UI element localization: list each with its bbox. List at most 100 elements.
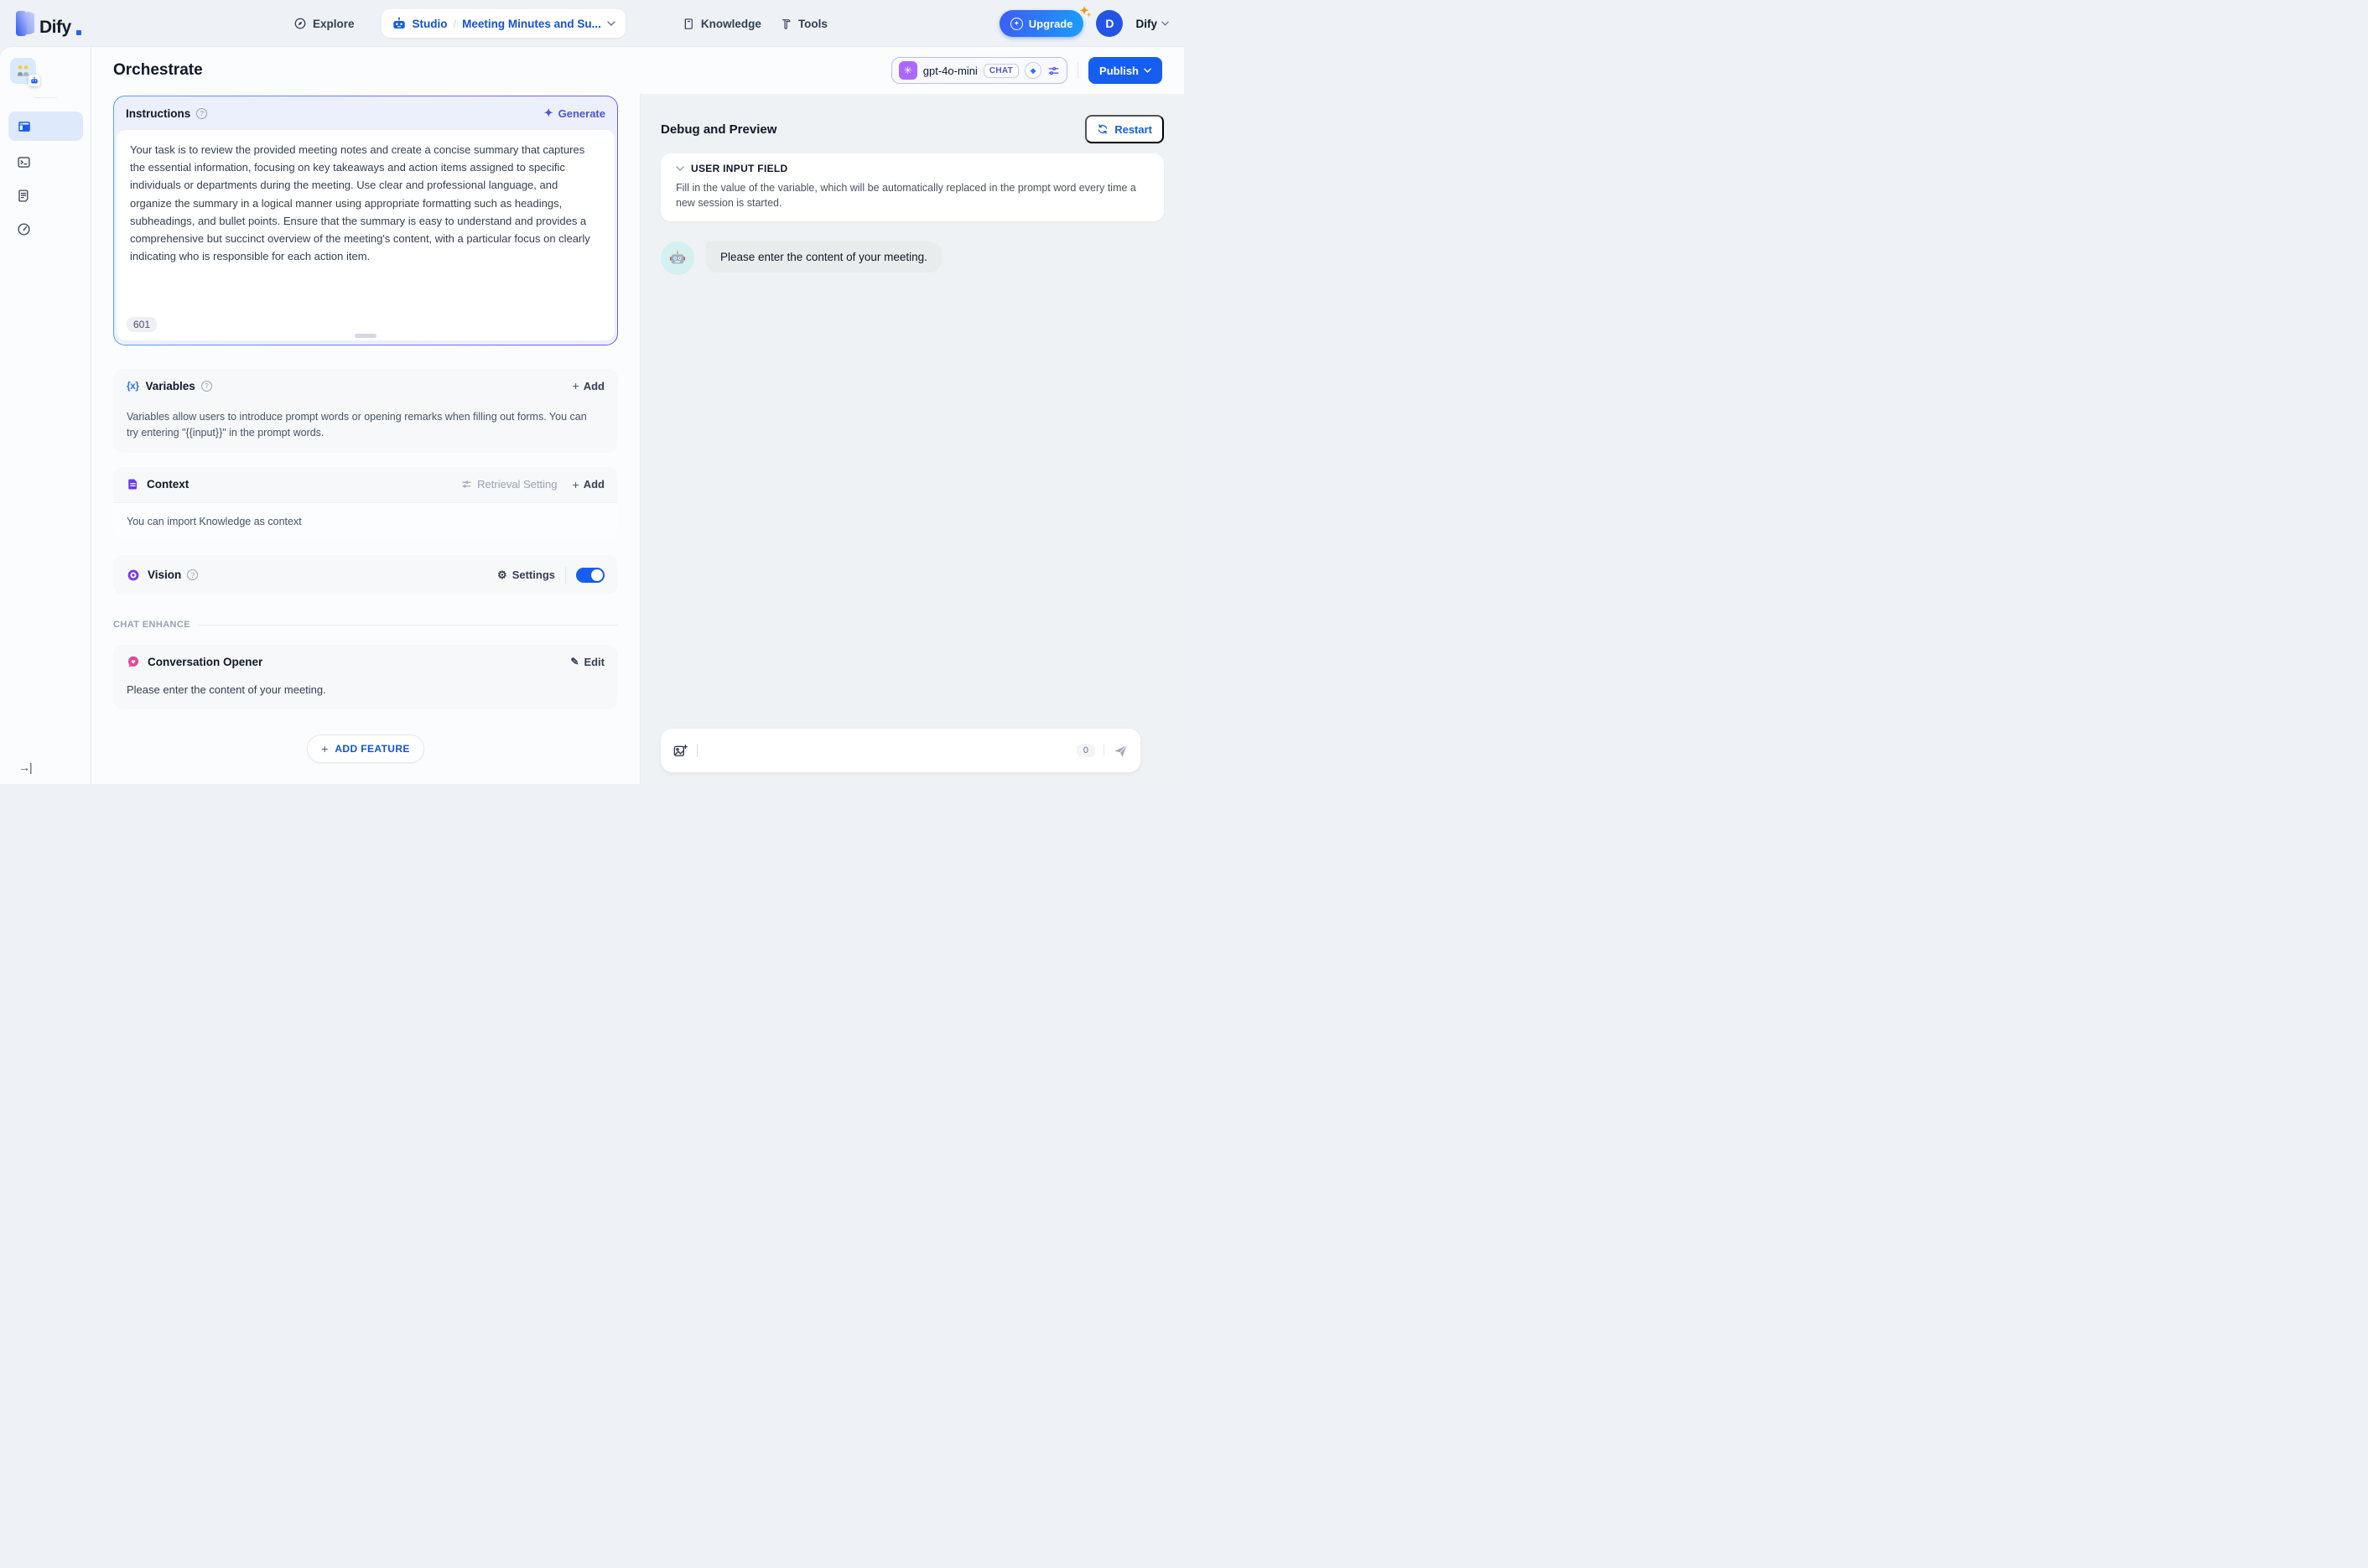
upgrade-button[interactable]: ✦ Upgrade ✦ ✦ (999, 4, 1091, 37)
user-avatar[interactable]: D (1096, 10, 1124, 37)
hammer-icon (780, 18, 792, 30)
sidebar-expand-icon[interactable]: →| (18, 761, 33, 774)
help-icon[interactable]: ? (196, 107, 208, 119)
user-input-field-header[interactable]: USER INPUT FIELD (676, 163, 1149, 174)
openai-logo-icon: ✳ (898, 61, 917, 80)
vision-settings-button[interactable]: ⚙ Settings (497, 569, 555, 582)
dify-logo[interactable]: Dify (15, 11, 81, 36)
instructions-panel: Instructions ? ✦ Generate Your task is t… (113, 96, 618, 345)
add-feature-button[interactable]: + ADD FEATURE (307, 735, 424, 764)
sidebar-item-orchestrate[interactable] (8, 112, 83, 141)
dify-logo-icon (15, 11, 34, 36)
nav-tools[interactable]: Tools (780, 18, 828, 30)
model-selector[interactable]: ✳ gpt-4o-mini CHAT ◆ (891, 57, 1068, 84)
topbar-right: ✳ gpt-4o-mini CHAT ◆ Publish (891, 57, 1162, 84)
restart-button[interactable]: Restart (1085, 115, 1164, 143)
add-context-button[interactable]: + Add (573, 478, 605, 491)
chevron-down-icon (676, 166, 684, 171)
plus-icon: + (572, 477, 579, 491)
terminal-icon (17, 155, 31, 169)
bot-message-row: Please enter the content of your meeting… (661, 241, 1164, 276)
section-divider (198, 624, 618, 626)
chat-composer[interactable]: 0 (661, 729, 1140, 772)
robot-emoji-icon (670, 250, 685, 264)
variables-panel: {x} Variables ? + Add Variables allow us… (113, 369, 618, 453)
document-icon (127, 478, 139, 491)
sparkle-icon: ✦ (543, 106, 553, 119)
model-mode-badge: CHAT (983, 63, 1020, 78)
chevron-down-icon (607, 21, 615, 26)
chat-empty-space (661, 275, 1164, 729)
help-icon[interactable]: ? (200, 380, 212, 392)
window-icon (17, 119, 32, 134)
publish-button[interactable]: Publish (1088, 57, 1162, 84)
breadcrumb-app-name[interactable]: Meeting Minutes and Su... (462, 18, 601, 30)
bot-message-bubble: Please enter the content of your meeting… (706, 241, 942, 273)
add-variable-label: Add (583, 379, 605, 392)
image-upload-icon[interactable] (672, 743, 688, 759)
studio-app-switcher[interactable]: Studio / Meeting Minutes and Su... (381, 9, 626, 38)
instructions-text[interactable]: Your task is to review the provided meet… (130, 141, 601, 265)
variables-brace-icon: {x} (127, 380, 139, 392)
vision-settings-label: Settings (512, 569, 555, 582)
help-icon[interactable]: ? (187, 569, 199, 581)
sidebar-item-logs[interactable] (8, 181, 83, 210)
main-area: Orchestrate ✳ gpt-4o-mini CHAT ◆ Publish (91, 47, 1184, 784)
vision-title: Vision (148, 569, 182, 582)
retrieval-setting-button[interactable]: Retrieval Setting (461, 478, 558, 491)
variables-header: {x} Variables ? + Add (127, 379, 605, 392)
add-context-label: Add (583, 478, 605, 491)
debug-column: Debug and Preview Restart USER INPUT FIE… (640, 94, 1184, 784)
sparkle-icon-small: ✦ (1086, 13, 1092, 18)
account-menu[interactable]: Dify (1135, 18, 1169, 30)
logo-text: Dify (39, 18, 71, 37)
plus-icon: + (321, 742, 329, 756)
nav-explore-label: Explore (313, 17, 355, 30)
model-name: gpt-4o-mini (922, 64, 978, 77)
sidebar-divider (34, 97, 57, 98)
sidebar-item-monitoring[interactable] (8, 215, 83, 244)
add-variable-button[interactable]: + Add (573, 379, 605, 392)
chevron-down-icon (1161, 21, 1169, 26)
toggle-knob (591, 569, 603, 581)
nav-tools-label: Tools (797, 17, 828, 30)
chat-enhance-section: CHAT ENHANCE (113, 620, 618, 630)
instructions-title: Instructions (126, 106, 191, 120)
char-count-badge: 601 (127, 317, 158, 332)
context-empty-state: You can import Knowledge as context (113, 501, 618, 541)
book-icon (683, 18, 695, 30)
conversation-opener-header: Conversation Opener ✎ Edit (127, 655, 605, 668)
resize-handle[interactable] (355, 334, 376, 338)
model-params-sliders-icon[interactable] (1047, 65, 1060, 77)
workspace-columns: Instructions ? ✦ Generate Your task is t… (91, 94, 1184, 784)
nav-knowledge[interactable]: Knowledge (683, 18, 761, 30)
user-input-field-card: USER INPUT FIELD Fill in the value of th… (661, 153, 1164, 222)
text-cursor (697, 744, 698, 757)
instructions-editor[interactable]: Your task is to review the provided meet… (117, 130, 615, 340)
debug-header: Debug and Preview Restart (661, 115, 1164, 143)
refresh-icon (1097, 123, 1109, 135)
generate-button[interactable]: ✦ Generate (544, 106, 605, 120)
bot-avatar (661, 241, 694, 276)
gear-icon: ⚙ (497, 568, 507, 581)
breadcrumb-studio[interactable]: Studio (413, 18, 448, 30)
sidebar-item-api[interactable] (8, 148, 83, 177)
vision-toggle[interactable] (576, 567, 605, 583)
char-counter: 0 (1076, 744, 1095, 757)
app-header: Dify Explore Studio / Meeting Minutes an (0, 0, 1184, 47)
variables-title: Variables (145, 379, 195, 392)
orchestrate-topbar: Orchestrate ✳ gpt-4o-mini CHAT ◆ Publish (91, 47, 1184, 94)
vision-divider (565, 566, 566, 584)
app-sidebar: →| (0, 47, 91, 784)
edit-opener-button[interactable]: ✎ Edit (570, 656, 605, 668)
nav-explore[interactable]: Explore (293, 17, 355, 30)
compass-icon (293, 17, 307, 30)
conversation-opener-text: Please enter the content of your meeting… (127, 683, 326, 697)
gem-icon: ✦ (1010, 17, 1023, 30)
context-title: Context (147, 478, 190, 491)
send-icon[interactable] (1113, 743, 1129, 759)
edit-icon: ✎ (570, 656, 579, 668)
add-feature-label: ADD FEATURE (335, 743, 410, 755)
chat-enhance-label: CHAT ENHANCE (113, 620, 190, 631)
restart-label: Restart (1114, 122, 1152, 136)
